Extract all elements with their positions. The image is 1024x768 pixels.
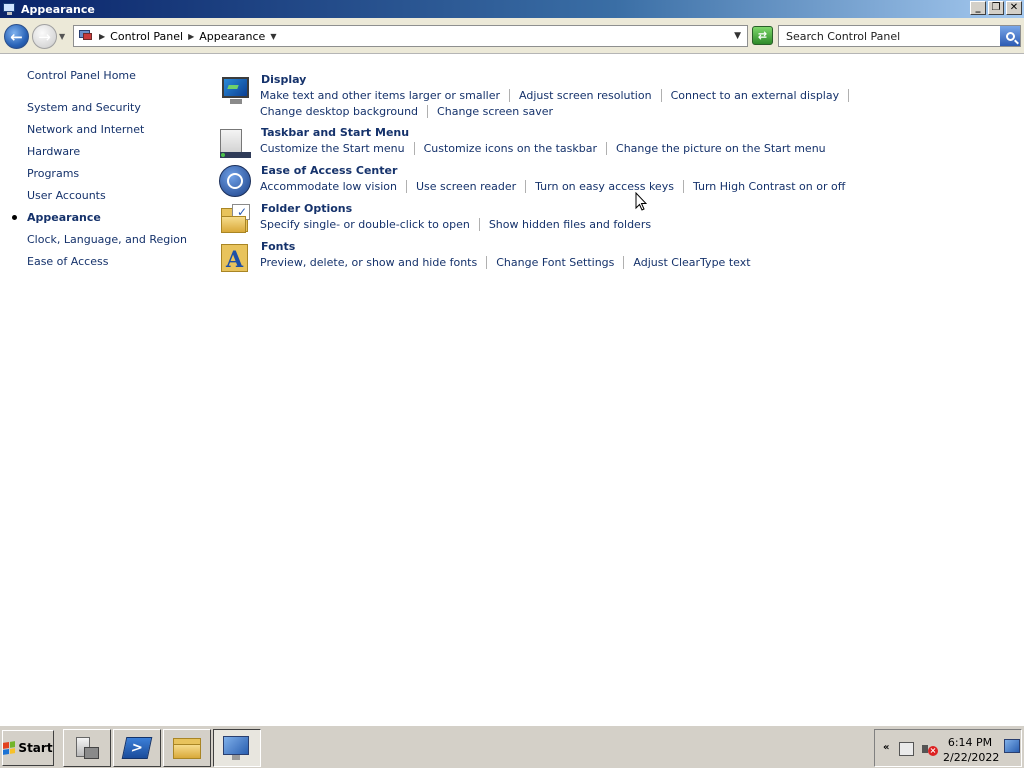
search-box[interactable] (778, 25, 1021, 47)
search-icon (1005, 31, 1015, 41)
search-input[interactable] (786, 29, 991, 43)
forward-button[interactable]: → (32, 24, 57, 49)
arrow-left-icon: ← (10, 27, 23, 46)
divider (486, 255, 488, 269)
task-link[interactable]: Use screen reader (416, 180, 516, 193)
volume-muted-icon[interactable]: × (922, 742, 938, 756)
window-controls: _ ❐ ✕ (970, 1, 1022, 15)
search-button[interactable] (1000, 26, 1020, 46)
show-hidden-icons-button[interactable]: « (883, 742, 889, 753)
windows-logo-icon (3, 741, 16, 755)
category-title-display[interactable]: Display (261, 73, 306, 86)
minimize-button[interactable]: _ (970, 1, 986, 15)
task-link[interactable]: Preview, delete, or show and hide fonts (260, 256, 477, 269)
sidebar-item-appearance[interactable]: Appearance (27, 211, 101, 224)
breadcrumb-control-panel[interactable]: Control Panel (110, 30, 183, 43)
divider (427, 104, 429, 118)
category-title-fonts[interactable]: Fonts (261, 240, 295, 253)
divider (405, 179, 407, 193)
close-button[interactable]: ✕ (1006, 1, 1022, 15)
divider (623, 255, 625, 269)
window-title: Appearance (21, 2, 95, 16)
fonts-icon[interactable]: A (218, 240, 252, 274)
sidebar-item-system-and-security[interactable]: System and Security (27, 101, 141, 114)
task-link[interactable]: Customize icons on the taskbar (424, 142, 597, 155)
chevron-down-icon[interactable]: ▼ (270, 32, 276, 41)
network-icon[interactable] (899, 742, 914, 756)
taskbar-explorer[interactable] (163, 729, 211, 767)
ease-of-access-icon[interactable] (218, 164, 252, 198)
refresh-button[interactable]: ⇄ (752, 26, 773, 45)
divider (413, 141, 415, 155)
start-label: Start (18, 741, 53, 755)
refresh-icon: ⇄ (757, 29, 768, 42)
taskbar-control-panel[interactable] (213, 729, 261, 767)
sidebar-item-ease-of-access[interactable]: Ease of Access (27, 255, 108, 268)
task-link[interactable]: Change the picture on the Start menu (616, 142, 826, 155)
category-title-ease-of-access[interactable]: Ease of Access Center (261, 164, 397, 177)
task-link[interactable]: Turn on easy access keys (535, 180, 674, 193)
taskbar-server-manager[interactable] (63, 729, 111, 767)
taskbar-icon[interactable] (218, 126, 252, 160)
task-link[interactable]: Adjust screen resolution (519, 89, 652, 102)
task-link[interactable]: Turn High Contrast on or off (693, 180, 845, 193)
divider (509, 88, 510, 102)
system-tray: « × 6:14 PM 2/22/2022 (874, 729, 1022, 767)
divider (525, 179, 527, 193)
recent-pages-dropdown[interactable]: ▼ (59, 32, 68, 41)
divider (848, 88, 850, 102)
title-bar: Appearance _ ❐ ✕ (0, 0, 1024, 18)
task-link[interactable]: Change screen saver (437, 105, 553, 118)
powershell-icon: > (121, 737, 153, 759)
folder-options-icon[interactable]: ✓ (218, 202, 252, 236)
divider (478, 217, 480, 231)
start-button[interactable]: Start (2, 730, 54, 766)
arrow-right-icon: → (38, 27, 51, 46)
category-title-taskbar[interactable]: Taskbar and Start Menu (261, 126, 409, 139)
task-link[interactable]: Change Font Settings (496, 256, 614, 269)
taskbar: Start > « × 6:14 PM 2/22/2022 (0, 725, 1024, 768)
taskbar-powershell[interactable]: > (113, 729, 161, 767)
divider (682, 179, 684, 193)
divider (606, 141, 608, 155)
display-icon[interactable] (218, 73, 252, 107)
breadcrumb-appearance[interactable]: Appearance (199, 30, 265, 43)
task-link[interactable]: Show hidden files and folders (489, 218, 651, 231)
current-page-bullet-icon (12, 215, 17, 220)
server-manager-icon (74, 735, 100, 761)
chevron-right-icon[interactable]: ▶ (99, 32, 105, 41)
sidebar-item-clock-language-region[interactable]: Clock, Language, and Region (27, 233, 187, 246)
address-bar: ← → ▼ ▶ Control Panel ▶ Appearance ▼ ▼ ⇄ (0, 18, 1024, 54)
show-desktop-icon[interactable] (1004, 739, 1020, 753)
sidebar-item-user-accounts[interactable]: User Accounts (27, 189, 106, 202)
control-panel-icon (222, 735, 252, 761)
task-link[interactable]: Specify single- or double-click to open (260, 218, 470, 231)
back-button[interactable]: ← (4, 24, 29, 49)
breadcrumb[interactable]: ▶ Control Panel ▶ Appearance ▼ ▼ (73, 25, 748, 47)
folder-icon (173, 736, 201, 760)
task-link[interactable]: Customize the Start menu (260, 142, 405, 155)
clock-time[interactable]: 6:14 PM (945, 736, 995, 749)
category-title-folder-options[interactable]: Folder Options (261, 202, 352, 215)
sidebar-item-hardware[interactable]: Hardware (27, 145, 80, 158)
control-panel-icon (78, 29, 94, 43)
sidebar-item-network-and-internet[interactable]: Network and Internet (27, 123, 144, 136)
task-link[interactable]: Accommodate low vision (260, 180, 397, 193)
task-link[interactable]: Make text and other items larger or smal… (260, 89, 500, 102)
mouse-cursor-icon (635, 192, 647, 211)
left-navigation: Control Panel Home System and Security N… (0, 55, 205, 725)
address-history-dropdown[interactable]: ▼ (734, 31, 741, 41)
task-link[interactable]: Adjust ClearType text (633, 256, 750, 269)
divider (660, 88, 662, 102)
control-panel-icon (3, 2, 17, 16)
sidebar-item-programs[interactable]: Programs (27, 167, 79, 180)
task-link[interactable]: Connect to an external display (671, 89, 840, 102)
chevron-right-icon[interactable]: ▶ (188, 32, 194, 41)
restore-button[interactable]: ❐ (988, 1, 1004, 15)
sidebar-item-control-panel-home[interactable]: Control Panel Home (27, 69, 136, 82)
task-link[interactable]: Change desktop background (260, 105, 418, 118)
clock-date[interactable]: 2/22/2022 (943, 751, 999, 764)
